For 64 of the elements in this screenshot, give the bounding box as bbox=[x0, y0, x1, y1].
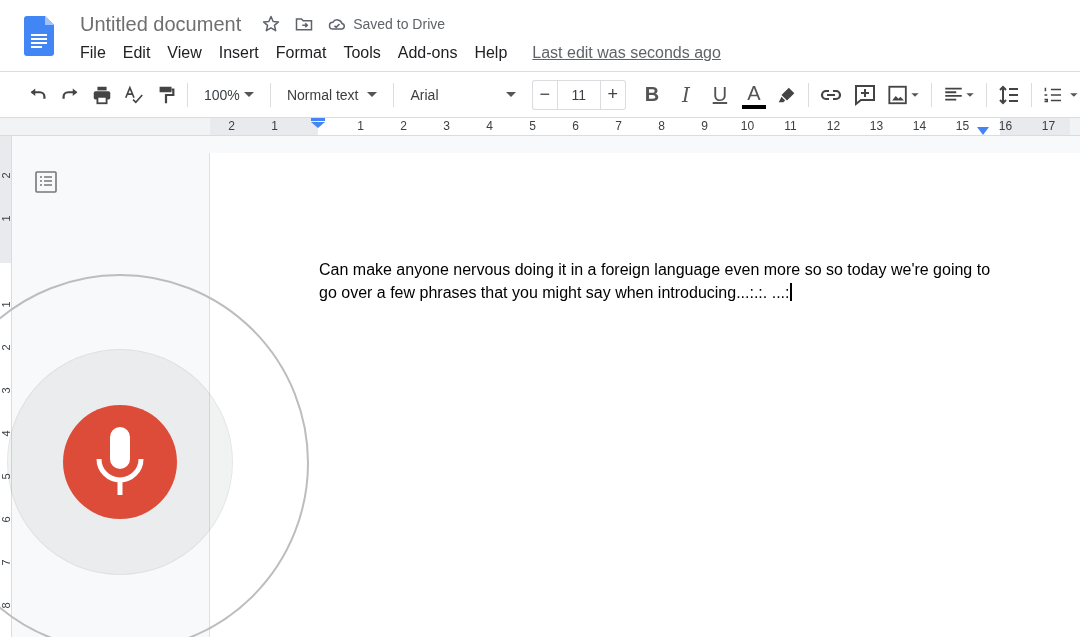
ruler-number: 3 bbox=[442, 118, 451, 135]
ruler-number: 6 bbox=[571, 118, 580, 135]
menu-item[interactable]: Insert bbox=[218, 44, 259, 62]
menu-item[interactable]: Help bbox=[474, 44, 508, 62]
caret-icon bbox=[367, 92, 378, 97]
ruler-number: 1 bbox=[0, 300, 13, 310]
ruler-number: 8 bbox=[0, 601, 13, 611]
indent-marker-icon[interactable] bbox=[310, 118, 325, 128]
ruler-number: 5 bbox=[0, 472, 13, 482]
ruler-number: 7 bbox=[0, 558, 13, 568]
ruler-number: 5 bbox=[528, 118, 537, 135]
save-status: Saved to Drive bbox=[353, 16, 446, 32]
ruler-number: 2 bbox=[227, 118, 236, 135]
ruler-number: 4 bbox=[485, 118, 494, 135]
ruler-number: 12 bbox=[825, 118, 842, 135]
ruler-number: 9 bbox=[700, 118, 709, 135]
image-icon[interactable] bbox=[887, 83, 921, 106]
ruler-number: 1 bbox=[270, 118, 279, 135]
ruler-number: 13 bbox=[868, 118, 885, 135]
outline-icon[interactable] bbox=[35, 171, 57, 193]
ruler-number: 2 bbox=[0, 343, 13, 353]
color-button[interactable]: A bbox=[741, 80, 766, 109]
ruler-number: 2 bbox=[399, 118, 408, 135]
add-comment-icon[interactable] bbox=[853, 82, 877, 107]
underline-button[interactable]: U bbox=[707, 79, 732, 110]
italic-button[interactable]: I bbox=[673, 79, 698, 110]
caret-icon bbox=[505, 92, 516, 97]
increase-size-button[interactable]: + bbox=[600, 79, 626, 110]
menu-item[interactable]: View bbox=[167, 44, 202, 62]
font-dropdown[interactable]: Arial bbox=[404, 79, 522, 110]
document-paragraph: Can make anyone nervous doing it in a foreign language even more so so today we're going to go over a few phrases that you might say when introducing...:.:. ...: bbox=[319, 260, 992, 303]
menu-item[interactable]: Format bbox=[275, 44, 327, 62]
menu-item[interactable]: Add-ons bbox=[397, 44, 458, 62]
menu-item[interactable]: Tools bbox=[343, 44, 381, 62]
ruler-number: 3 bbox=[0, 386, 13, 396]
style-dropdown[interactable]: Normal text bbox=[280, 79, 384, 110]
last-edit-link[interactable]: Last edit was seconds ago bbox=[532, 44, 721, 62]
font-size-field[interactable]: 11 bbox=[556, 79, 601, 110]
ruler-number: 8 bbox=[657, 118, 666, 135]
ruler-number: 16 bbox=[997, 118, 1014, 135]
menu-item[interactable]: File bbox=[80, 44, 106, 62]
ruler-number: 6 bbox=[0, 515, 13, 525]
spellcheck-icon[interactable] bbox=[123, 83, 145, 106]
ruler-number: 1 bbox=[356, 118, 365, 135]
right-indent-marker-icon[interactable] bbox=[977, 127, 989, 135]
ruler-number: 1 bbox=[0, 214, 13, 224]
microphone-icon bbox=[95, 427, 145, 497]
star-icon[interactable] bbox=[261, 14, 282, 34]
ruler-number: 14 bbox=[911, 118, 928, 135]
ruler-number: 2 bbox=[0, 171, 13, 181]
text-cursor bbox=[790, 283, 793, 301]
docs-logo-icon[interactable] bbox=[24, 16, 54, 56]
decrease-size-button[interactable]: − bbox=[531, 79, 557, 110]
caret-icon bbox=[243, 92, 254, 97]
menu-item[interactable]: Edit bbox=[122, 44, 151, 62]
document-title[interactable]: Untitled document bbox=[80, 12, 242, 36]
ruler-number: 7 bbox=[614, 118, 623, 135]
ruler-number: 10 bbox=[739, 118, 756, 135]
ruler-number: 11 bbox=[783, 118, 798, 135]
zoom-dropdown[interactable]: 100% bbox=[198, 79, 260, 110]
ruler-number: 15 bbox=[954, 118, 971, 135]
ruler-number: 4 bbox=[0, 429, 13, 439]
ruler-number: 17 bbox=[1040, 118, 1057, 135]
bold-button[interactable]: B bbox=[639, 79, 664, 110]
